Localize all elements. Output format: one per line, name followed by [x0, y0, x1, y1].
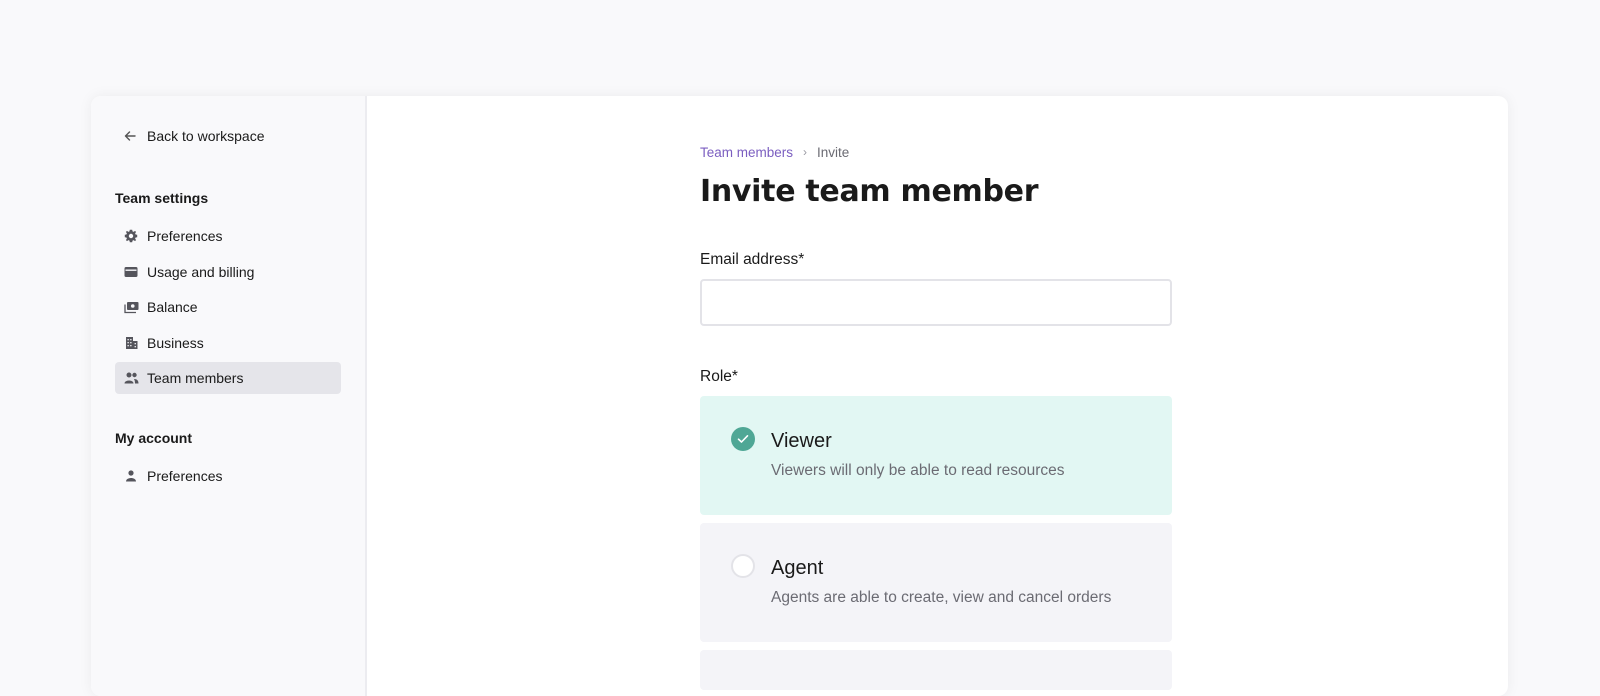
sidebar-item-label: Preferences [147, 228, 223, 244]
sidebar-item-usage-and-billing[interactable]: Usage and billing [115, 256, 341, 288]
gear-icon [123, 228, 139, 244]
sidebar: Back to workspace Team settings Preferen… [91, 96, 367, 696]
role-option-viewer[interactable]: Viewer Viewers will only be able to read… [700, 396, 1172, 515]
role-label: Role* [700, 368, 738, 385]
sidebar-item-business[interactable]: Business [115, 327, 341, 359]
role-description: Viewers will only be able to read resour… [771, 462, 1065, 479]
team-settings-heading: Team settings [115, 190, 209, 206]
breadcrumb: Team members › Invite [700, 144, 1172, 160]
main-content: Team members › Invite Invite team member… [367, 96, 1508, 696]
email-field[interactable] [700, 279, 1172, 326]
credit-card-icon [123, 264, 139, 280]
breadcrumb-team-members-link[interactable]: Team members [700, 145, 793, 160]
breadcrumb-current: Invite [817, 144, 850, 160]
sidebar-item-label: Preferences [147, 468, 223, 484]
settings-window: Back to workspace Team settings Preferen… [91, 96, 1508, 696]
role-name: Agent [771, 557, 824, 579]
building-icon [123, 335, 139, 351]
sidebar-item-label: Balance [147, 299, 198, 315]
page-title: Invite team member [700, 174, 1039, 209]
back-to-workspace-label: Back to workspace [147, 128, 265, 144]
back-to-workspace-link[interactable]: Back to workspace [123, 126, 341, 146]
sidebar-item-account-preferences[interactable]: Preferences [115, 460, 341, 492]
sidebar-item-balance[interactable]: Balance [115, 291, 341, 323]
person-icon [123, 468, 139, 484]
sidebar-item-label: Team members [147, 370, 244, 386]
sidebar-item-team-members[interactable]: Team members [115, 362, 341, 394]
sidebar-item-team-preferences[interactable]: Preferences [115, 220, 341, 252]
my-account-heading: My account [115, 430, 193, 446]
sidebar-item-label: Business [147, 334, 204, 351]
money-icon [123, 299, 139, 315]
checkmark-circle-icon[interactable] [731, 427, 755, 451]
sidebar-item-label: Usage and billing [147, 263, 255, 280]
role-option-more[interactable] [700, 650, 1172, 690]
radio-empty-icon[interactable] [731, 554, 755, 578]
role-option-agent[interactable]: Agent Agents are able to create, view an… [700, 523, 1172, 642]
role-description: Agents are able to create, view and canc… [771, 589, 1112, 606]
email-label: Email address* [700, 251, 805, 268]
chevron-right-icon: › [803, 145, 808, 159]
arrow-left-icon [124, 131, 136, 141]
people-icon [123, 370, 139, 386]
role-name: Viewer [771, 430, 832, 452]
invite-form: Team members › Invite Invite team member… [700, 144, 1172, 690]
